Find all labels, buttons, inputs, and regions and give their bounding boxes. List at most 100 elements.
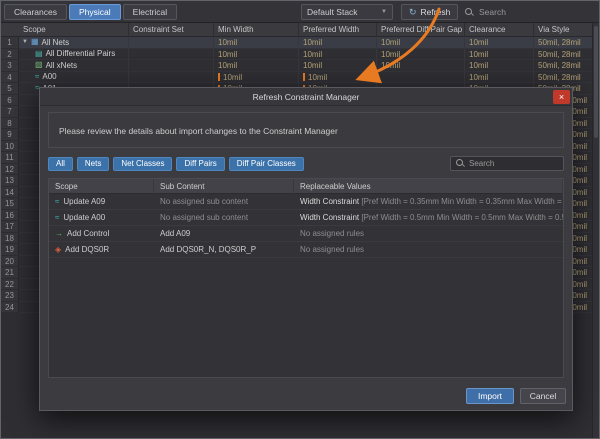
dialog-titlebar[interactable]: Refresh Constraint Manager × [40,88,572,106]
column-header-min_width[interactable]: Min Width [214,23,299,37]
cell-diff_pair_gap[interactable]: 10mil [377,49,465,61]
cell-clearance[interactable]: 10mil [465,72,534,84]
row-number: 5 [1,83,19,95]
close-icon[interactable]: × [553,90,570,104]
cell-constraint_set[interactable] [129,49,214,61]
refresh-dialog: Refresh Constraint Manager × Please revi… [39,87,573,411]
column-header-clearance[interactable]: Clearance [465,23,534,37]
dialog-table-row[interactable]: ◈Add DQS0RAdd DQS0R_N, DQS0R_PNo assigne… [49,242,563,258]
dialog-table-row[interactable]: →Add ControlAdd A09No assigned rules [49,226,563,242]
cell-min_width[interactable]: 10mil [214,72,299,84]
constraint-detail: No assigned rules [300,229,364,238]
dialog-row-values: No assigned rules [294,242,563,258]
cell-via_style[interactable]: 50mil, 28mil [534,37,594,49]
cell-preferred_width[interactable]: 10mil [299,72,377,84]
cell-via_style[interactable]: 50mil, 28mil [534,49,594,61]
cell-value: 0mil [572,257,587,266]
cell-diff_pair_gap[interactable]: 10mil [377,60,465,72]
constraint-manager-window: ClearancesPhysicalElectrical Default Sta… [0,0,600,439]
row-number: 19 [1,244,19,256]
expand-arrow-icon[interactable]: ▼ [22,37,28,48]
cell-constraint_set[interactable] [129,37,214,49]
cell-value: 10mil [381,61,400,70]
dialog-message: Please review the details about import c… [59,126,338,136]
dialog-row-values: Width Constraint [Pref Width = 0.5mm Min… [294,210,563,226]
cell-value: 10mil [303,38,322,47]
cell-value: 0mil [572,211,587,220]
filter-diff-pairs[interactable]: Diff Pairs [176,157,224,171]
diff-pair-classes-icon: ▤ [35,50,43,58]
cell-value: 10mil [308,73,327,82]
column-header-scope[interactable]: Scope [19,23,129,37]
dialog-column-header-sub_content[interactable]: Sub Content [154,179,294,194]
dialog-table-row[interactable]: ≈Update A00No assigned sub contentWidth … [49,210,563,226]
cell-value: 10mil [218,38,237,47]
dialog-column-header-scope[interactable]: Scope [49,179,154,194]
column-header-diff_pair_gap[interactable]: Preferred Diff Pair Gap [377,23,465,37]
row-number: 16 [1,210,19,222]
table-row[interactable]: 1▼▦All Nets10mil10mil10mil10mil50mil, 28… [1,37,592,49]
table-row[interactable]: 2▤All Differential Pairs10mil10mil10mil1… [1,49,592,61]
cell-value: 0mil [572,280,587,289]
dialog-row-scope-label: Update A00 [63,213,105,222]
cell-value: 10mil [469,50,488,59]
dialog-row-subcontent: No assigned sub content [154,210,294,226]
cell-diff_pair_gap[interactable] [377,72,465,84]
filter-diff-pair-classes[interactable]: Diff Pair Classes [229,157,304,171]
cell-preferred_width[interactable]: 10mil [299,37,377,49]
cell-diff_pair_gap[interactable]: 10mil [377,37,465,49]
modified-indicator [218,73,220,81]
dialog-column-header-values[interactable]: Replaceable Values [294,179,563,194]
row-number: 3 [1,60,19,72]
cell-min_width[interactable]: 10mil [214,60,299,72]
cell-min_width[interactable]: 10mil [214,49,299,61]
toolbar-search-input[interactable]: Search [465,5,587,19]
cell-via_style[interactable]: 50mil, 28mil [534,60,594,72]
filter-net-classes[interactable]: Net Classes [113,157,172,171]
diff-pair-icon: ◈ [55,245,61,254]
cell-clearance[interactable]: 10mil [465,49,534,61]
cell-constraint_set[interactable] [129,72,214,84]
cell-preferred_width[interactable]: 10mil [299,60,377,72]
dialog-message-box: Please review the details about import c… [48,112,564,148]
modified-indicator [303,73,305,81]
column-header-constraint_set[interactable]: Constraint Set [129,23,214,37]
dialog-filter-row: All Nets Net Classes Diff Pairs Diff Pair Cl… [48,156,564,171]
cell-clearance[interactable]: 10mil [465,60,534,72]
cell-scope: ▼▦All Nets [19,37,129,49]
stack-select[interactable]: Default Stack ▼ [301,4,393,20]
cell-value: 0mil [572,107,587,116]
column-header-via_style[interactable]: Via Style [534,23,594,37]
scrollbar-thumb[interactable] [594,26,598,138]
dialog-row-values: Width Constraint [Pref Width = 0.35mm Mi… [294,194,563,210]
cell-value: 50mil, 28mil [538,38,581,47]
refresh-button[interactable]: ↻ Refresh [401,4,458,20]
column-header-preferred_width[interactable]: Preferred Width [299,23,377,37]
filter-nets[interactable]: Nets [77,157,109,171]
cell-value: 50mil, 28mil [538,61,581,70]
table-row[interactable]: 4≈A0010mil10mil10mil50mil, 28mil [1,72,592,84]
dialog-search-input[interactable]: Search [450,156,564,171]
vertical-scrollbar[interactable] [592,23,599,438]
filter-all[interactable]: All [48,157,73,171]
dialog-table-row[interactable]: ≈Update A09No assigned sub contentWidth … [49,194,563,210]
cell-preferred_width[interactable]: 10mil [299,49,377,61]
scope-label: All xNets [46,60,78,71]
cell-value: 0mil [572,245,587,254]
cell-value: 10mil [218,61,237,70]
cell-via_style[interactable]: 50mil, 28mil [534,72,594,84]
table-row[interactable]: 3▧All xNets10mil10mil10mil10mil50mil, 28… [1,60,592,72]
tab-electrical[interactable]: Electrical [123,4,177,20]
cell-value: 0mil [572,176,587,185]
cell-value: 10mil [381,38,400,47]
row-number: 20 [1,256,19,268]
tab-physical[interactable]: Physical [69,4,121,20]
import-button[interactable]: Import [466,388,514,404]
tab-clearances[interactable]: Clearances [4,4,67,20]
cell-min_width[interactable]: 10mil [214,37,299,49]
cell-constraint_set[interactable] [129,60,214,72]
cell-clearance[interactable]: 10mil [465,37,534,49]
cancel-button[interactable]: Cancel [520,388,566,404]
dialog-row-scope: →Add Control [49,226,154,242]
cell-value: 10mil [469,73,488,82]
